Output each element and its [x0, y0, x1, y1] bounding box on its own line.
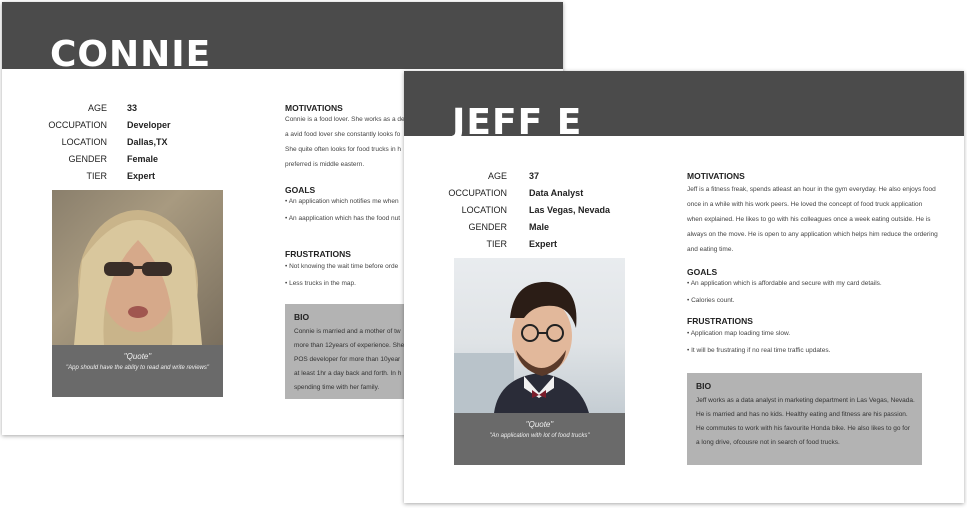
fact-label: GENDER	[468, 221, 507, 232]
frustration-item: • Less trucks in the map.	[285, 280, 356, 287]
fact-value: Female	[127, 153, 159, 164]
man-portrait-icon	[454, 281, 589, 413]
text-line: spending time with her family.	[294, 384, 380, 391]
fact-label: AGE	[487, 170, 507, 181]
motivations-title: MOTIVATIONS	[687, 171, 745, 181]
fact-row-occupation: OCCUPATION Data Analyst	[442, 184, 610, 201]
text-line: Jeff works as a data analyst in marketin…	[696, 397, 915, 404]
fact-value: Data Analyst	[529, 187, 584, 198]
bio-text: Jeff works as a data analyst in marketin…	[696, 394, 915, 450]
text-line: at least 1hr a day back and forth. In h	[294, 370, 402, 377]
fact-value: Dallas,TX	[127, 136, 168, 147]
text-line: Connie is married and a mother of tw	[294, 328, 401, 335]
fact-row-gender: GENDER Male	[442, 218, 610, 235]
text-line: POS developer for more than 10year	[294, 356, 401, 363]
text-line: more than 12years of experience. She	[294, 342, 405, 349]
text-line: and eating time.	[687, 246, 734, 253]
bio-title: BIO	[696, 381, 712, 391]
fact-label: AGE	[87, 102, 107, 113]
quote-text: "App should have the ablity to read and …	[65, 365, 209, 371]
quote-title: "Quote"	[525, 420, 554, 429]
text-line: He commutes to work with his favourite H…	[696, 425, 910, 432]
text-line: a long drive, ofcousre not in search of …	[696, 439, 840, 446]
frustration-item: • Application map loading time slow.	[687, 330, 791, 337]
fact-value: Expert	[127, 170, 156, 181]
persona-facts: AGE 33 OCCUPATION Developer LOCATION Dallas…	[42, 99, 171, 184]
text-line: He is married and has no kids. Healthy e…	[696, 411, 908, 418]
bio-box: BIO Jeff works as a data analyst in mark…	[687, 373, 922, 465]
fact-label: GENDER	[68, 153, 107, 164]
quote-title: "Quote"	[123, 352, 152, 361]
fact-row-occupation: OCCUPATION Developer	[42, 116, 171, 133]
persona-photo-jeff	[454, 258, 625, 413]
quote-text: "An application with lot of food trucks"	[489, 433, 590, 439]
fact-label: OCCUPATION	[448, 187, 507, 198]
bio-title: BIO	[294, 312, 310, 322]
fact-value: 33	[127, 102, 138, 113]
persona-photo-connie	[52, 190, 223, 345]
fact-row-location: LOCATION Dallas,TX	[42, 133, 171, 150]
fact-row-age: AGE 37	[442, 167, 610, 184]
goals-title: GOALS	[687, 267, 718, 277]
text-line: Jeff is a fitness freak, spends atleast …	[687, 186, 936, 193]
frustrations-title: FRUSTRATIONS	[687, 316, 753, 326]
goal-item: • An application which is affordable and…	[687, 280, 882, 287]
fact-row-location: LOCATION Las Vegas, Nevada	[442, 201, 610, 218]
persona-card-jeff: JEFF E AGE 37 OCCUPATION Data Analyst LOCA…	[404, 71, 964, 503]
goal-item: • Calories count.	[687, 297, 735, 304]
fact-label: LOCATION	[61, 136, 107, 147]
persona-name: JEFF E	[452, 105, 583, 136]
fact-row-tier: TIER Expert	[42, 167, 171, 184]
motivations-text: Jeff is a fitness freak, spends atleast …	[687, 182, 957, 257]
fact-value: Expert	[529, 238, 558, 249]
text-line: always on the move. He is open to any ap…	[687, 231, 938, 238]
quote-box: "Quote" "App should have the ablity to r…	[52, 345, 223, 397]
goal-item: • An aapplication which has the food nut	[285, 215, 401, 222]
persona-facts: AGE 37 OCCUPATION Data Analyst LOCATION Las…	[442, 167, 610, 252]
fact-label: TIER	[486, 238, 507, 249]
fact-label: TIER	[86, 170, 107, 181]
fact-row-tier: TIER Expert	[442, 235, 610, 252]
goals-title: GOALS	[285, 185, 316, 195]
text-line: once in a while with his work peers. He …	[687, 201, 923, 208]
fact-value: Las Vegas, Nevada	[529, 204, 611, 215]
bio-text: Connie is married and a mother of tw mor…	[294, 325, 404, 395]
fact-label: OCCUPATION	[48, 119, 107, 130]
frustration-item: • Not knowing the wait time before orde	[285, 263, 399, 270]
persona-name: CONNIE	[50, 37, 212, 69]
goal-item: • An application which notifies me when	[285, 198, 399, 205]
quote-box: "Quote" "An application with lot of food…	[454, 413, 625, 465]
fact-row-age: AGE 33	[42, 99, 171, 116]
text-line: when explained. He likes to go with his …	[687, 216, 931, 223]
woman-portrait-icon	[74, 210, 202, 345]
fact-value: Developer	[127, 119, 171, 130]
fact-label: LOCATION	[461, 204, 507, 215]
fact-value: 37	[529, 170, 540, 181]
frustrations-title: FRUSTRATIONS	[285, 249, 351, 259]
frustration-item: • It will be frustrating if no real time…	[687, 347, 831, 354]
fact-row-gender: GENDER Female	[42, 150, 171, 167]
fact-value: Male	[529, 221, 550, 232]
